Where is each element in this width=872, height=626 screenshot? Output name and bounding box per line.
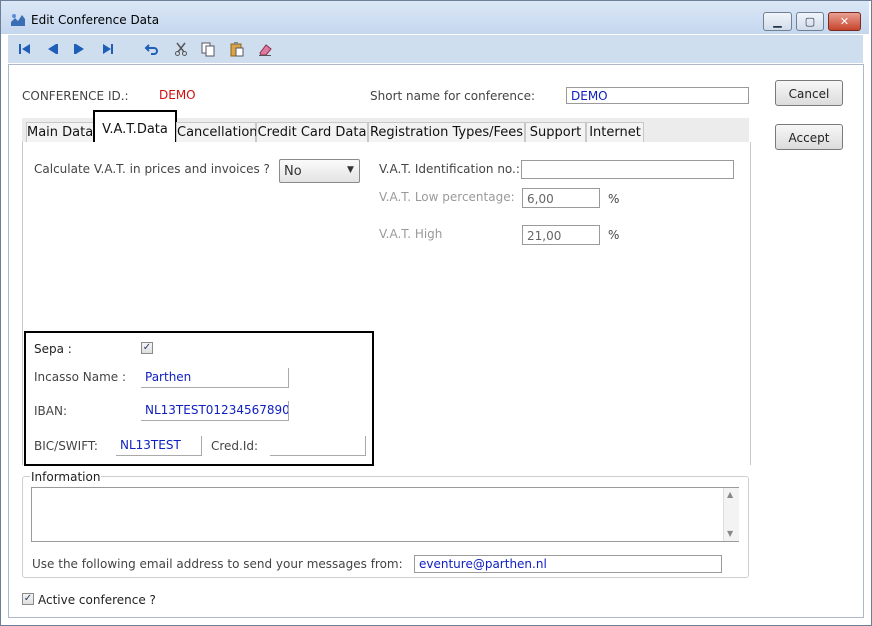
next-record-icon[interactable] [72,41,90,59]
scroll-down-icon[interactable]: ▼ [727,529,733,538]
accept-button[interactable]: Accept [775,124,843,150]
app-icon [10,12,26,28]
information-textarea[interactable] [31,487,739,542]
iban-input[interactable]: NL13TEST01234567890 [141,401,289,421]
copy-icon[interactable] [200,41,218,59]
short-name-input[interactable]: DEMO [566,87,749,104]
conference-id-label: CONFERENCE ID.: [22,89,129,103]
information-scrollbar[interactable]: ▲ ▼ [723,488,739,541]
clear-icon[interactable] [257,41,275,59]
chevron-down-icon: ▼ [347,165,354,175]
minimize-icon: ▁ [773,15,782,28]
vat-low-label: V.A.T. Low percentage: [379,190,515,204]
first-record-icon[interactable] [17,41,35,59]
tab-main-data[interactable]: Main Data [26,122,94,142]
checkmark-icon: ✓ [142,342,152,353]
conference-id-value: DEMO [159,88,196,102]
tab-cancellation[interactable]: Cancellation [176,122,258,142]
calc-vat-select[interactable]: No ▼ [279,159,360,183]
tab-internet[interactable]: Internet [586,122,644,142]
maximize-icon: ▢ [804,15,816,28]
incasso-name-input[interactable]: Parthen [141,368,289,388]
vat-id-label: V.A.T. Identification no.: [379,162,520,176]
maximize-button[interactable]: ▢ [796,12,824,31]
tab-credit-card-data[interactable]: Credit Card Data [256,122,368,142]
cancel-button[interactable]: Cancel [775,80,843,106]
active-conference-checkbox[interactable]: ✓ [22,593,34,605]
undo-icon[interactable] [144,41,162,59]
window-title: Edit Conference Data [31,13,160,27]
scroll-up-icon[interactable]: ▲ [727,490,733,499]
vat-high-input[interactable]: 21,00 [522,225,600,245]
information-label: Information [30,470,102,484]
email-input[interactable]: eventure@parthen.nl [414,555,722,573]
previous-record-icon[interactable] [44,41,62,59]
vat-high-percent-label: % [608,228,620,242]
cut-icon[interactable] [173,41,191,59]
calc-vat-label: Calculate V.A.T. in prices and invoices … [34,162,270,176]
email-label: Use the following email address to send … [32,557,403,571]
cred-id-input[interactable] [270,436,366,456]
sepa-checkbox[interactable]: ✓ [141,342,153,354]
close-button[interactable]: ✕ [828,12,861,31]
vat-id-input[interactable] [521,160,734,179]
checkmark-icon: ✓ [23,593,33,604]
bic-swift-input[interactable]: NL13TEST [116,436,202,456]
last-record-icon[interactable] [100,41,118,59]
active-conference-label: Active conference ? [38,593,156,607]
toolbar [8,35,863,63]
tab-support[interactable]: Support [525,122,586,142]
short-name-label: Short name for conference: [370,89,536,103]
vat-low-input[interactable]: 6,00 [522,188,600,208]
sepa-label: Sepa : [34,342,72,356]
vat-low-percent-label: % [608,192,620,206]
calc-vat-selected-value: No [284,164,302,179]
iban-label: IBAN: [34,404,67,418]
vat-high-label: V.A.T. High [379,227,443,241]
paste-icon[interactable] [229,41,247,59]
minimize-button[interactable]: ▁ [763,12,792,31]
bic-swift-label: BIC/SWIFT: [34,439,98,453]
close-icon: ✕ [839,15,850,28]
incasso-name-label: Incasso Name : [34,370,127,384]
tab-registration-types-fees[interactable]: Registration Types/Fees [368,122,525,142]
cred-id-label: Cred.Id: [211,439,259,453]
